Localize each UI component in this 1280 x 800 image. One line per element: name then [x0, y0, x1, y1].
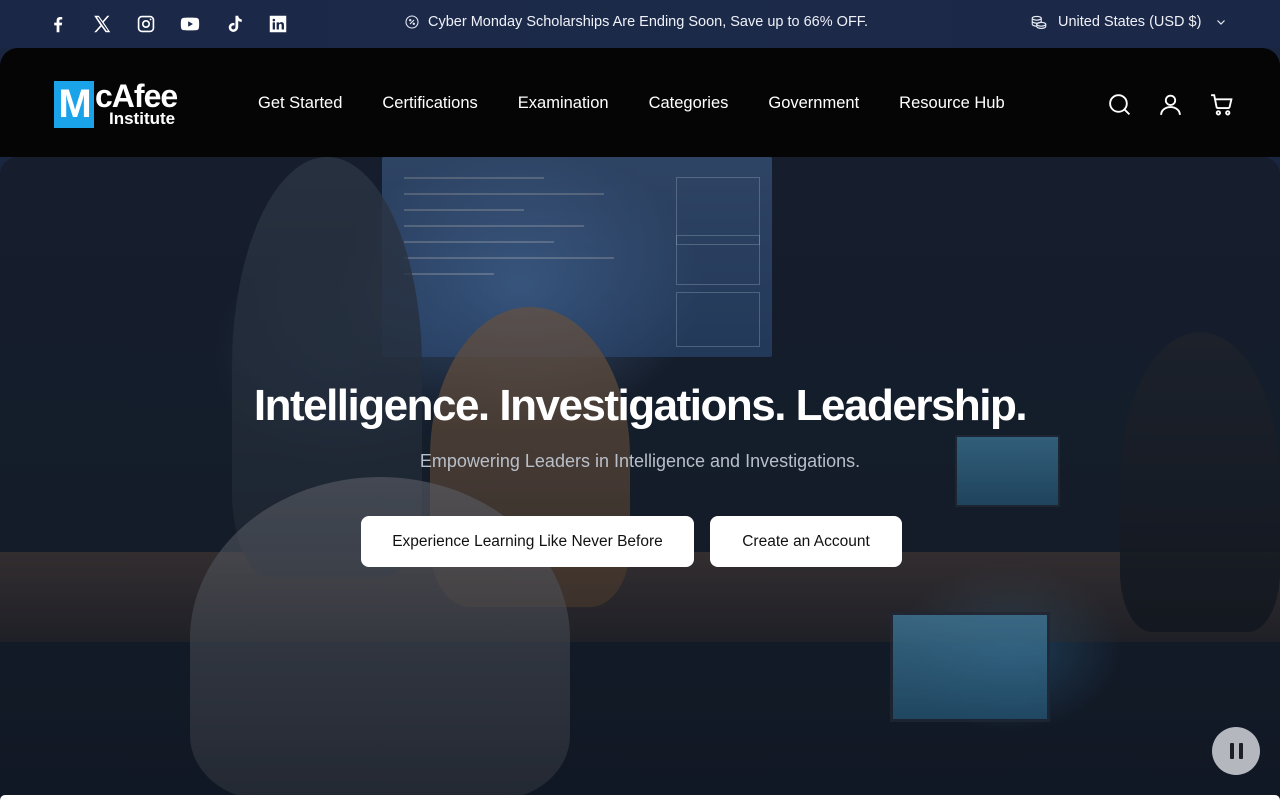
hero-overlay	[0, 157, 1280, 800]
hero-banner: Intelligence. Investigations. Leadership…	[0, 157, 1280, 800]
search-icon[interactable]	[1107, 92, 1132, 117]
pause-icon-bar	[1229, 743, 1234, 759]
announcement-bar: Cyber Monday Scholarships Are Ending Soo…	[0, 0, 1280, 48]
next-section-edge	[0, 795, 1280, 800]
account-icon[interactable]	[1158, 92, 1183, 117]
mcafee-institute-logo[interactable]: M cAfee Institute	[54, 78, 184, 130]
logo-word-primary: cAfee	[95, 77, 178, 114]
facebook-icon[interactable]	[46, 12, 70, 36]
instagram-icon[interactable]	[134, 12, 158, 36]
social-links	[46, 12, 290, 36]
create-account-button[interactable]: Create an Account	[710, 516, 902, 567]
linkedin-icon[interactable]	[266, 12, 290, 36]
nav-categories[interactable]: Categories	[649, 94, 729, 113]
experience-learning-button[interactable]: Experience Learning Like Never Before	[361, 516, 694, 567]
currency-selector[interactable]: United States (USD $)	[1030, 13, 1227, 31]
hero-subtitle: Empowering Leaders in Intelligence and I…	[419, 451, 861, 471]
logo-letter: M	[54, 80, 94, 128]
site-header: M cAfee Institute Get Started Certificat…	[0, 48, 1280, 157]
chevron-down-icon	[1217, 20, 1226, 25]
promo-message[interactable]: Cyber Monday Scholarships Are Ending Soo…	[404, 14, 868, 30]
tiktok-icon[interactable]	[222, 12, 246, 36]
hero-cta-group: Experience Learning Like Never Before Cr…	[361, 516, 902, 567]
nav-government[interactable]: Government	[768, 94, 859, 113]
x-twitter-icon[interactable]	[90, 12, 114, 36]
header-actions	[1107, 92, 1234, 117]
badge-percent-icon	[405, 15, 419, 29]
cart-icon[interactable]	[1209, 92, 1234, 117]
nav-examination[interactable]: Examination	[518, 94, 609, 113]
pause-icon-bar	[1238, 743, 1243, 759]
promo-text: Cyber Monday Scholarships Are Ending Soo…	[428, 14, 869, 30]
nav-resource-hub[interactable]: Resource Hub	[899, 94, 1004, 113]
nav-certifications[interactable]: Certifications	[382, 94, 477, 113]
main-nav: Get Started Certifications Examination C…	[258, 94, 1005, 113]
logo-words: cAfee Institute	[95, 77, 178, 128]
pause-slideshow-button[interactable]	[1212, 727, 1260, 775]
coins-icon	[1031, 15, 1047, 29]
currency-label: United States (USD $)	[1058, 14, 1202, 30]
nav-get-started[interactable]: Get Started	[258, 94, 342, 113]
youtube-icon[interactable]	[178, 12, 202, 36]
logo-word-secondary: Institute	[109, 108, 176, 128]
hero-title: Intelligence. Investigations. Leadership…	[253, 381, 1028, 430]
